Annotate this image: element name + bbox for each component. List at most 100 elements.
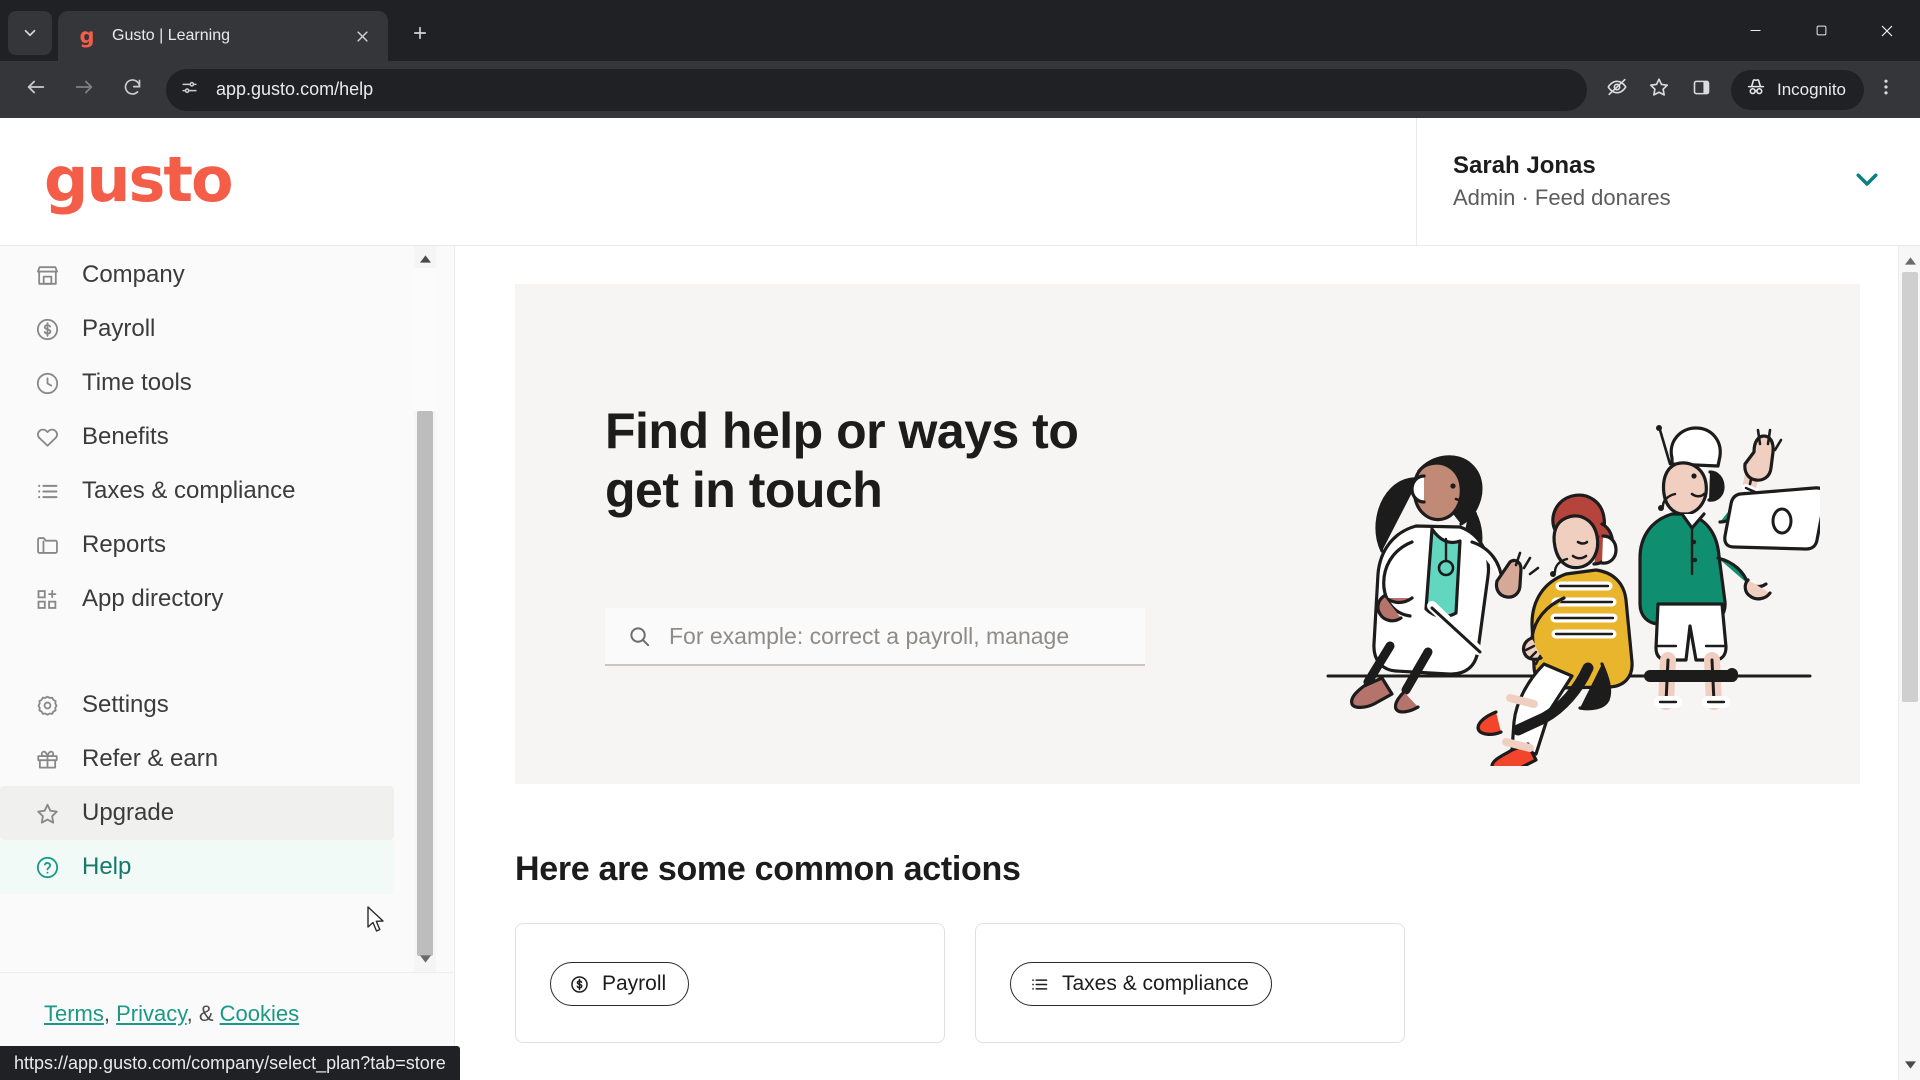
scroll-up-arrow-icon[interactable]: [414, 248, 436, 270]
maximize-button[interactable]: [1788, 7, 1854, 55]
minimize-button[interactable]: [1722, 7, 1788, 55]
gusto-logo[interactable]: gusto: [44, 148, 234, 211]
sidebar-item-label: Reports: [82, 531, 167, 558]
incognito-label: Incognito: [1777, 79, 1846, 99]
sidebar-item-label: Benefits: [82, 423, 169, 450]
reload-button[interactable]: [110, 68, 154, 112]
sidebar-item-label: Refer & earn: [82, 745, 219, 772]
browser-tab[interactable]: g Gusto | Learning: [58, 11, 388, 61]
new-tab-button[interactable]: [402, 17, 438, 53]
sidebar-item-label: Payroll: [82, 315, 156, 342]
sidebar-scrollbar[interactable]: [414, 246, 436, 972]
sidebar-item-settings[interactable]: Settings: [0, 678, 394, 732]
question-circle-icon: [34, 854, 68, 881]
sep: , &: [186, 1001, 220, 1026]
side-panel-button[interactable]: [1681, 70, 1721, 110]
user-info: Sarah Jonas Admin · Feed donares: [1453, 150, 1671, 212]
sidebar-item-label: Settings: [82, 691, 169, 718]
sidebar-item-company[interactable]: Company: [0, 248, 394, 302]
app-header: gusto Sarah Jonas Admin · Feed donares: [0, 118, 1920, 246]
action-card-payroll[interactable]: Payroll: [515, 923, 945, 1043]
sidebar-item-label: Taxes & compliance: [82, 477, 296, 504]
sep: ,: [103, 1001, 117, 1026]
hero-title-line-2: get in touch: [605, 462, 883, 518]
privacy-link[interactable]: Privacy: [116, 1001, 187, 1026]
sidebar-item-label: Upgrade: [82, 799, 175, 826]
main-scroll-down-arrow-icon[interactable]: [1899, 1054, 1920, 1076]
sidebar-item-app-directory[interactable]: App directory: [0, 572, 394, 626]
sidebar-item-reports[interactable]: Reports: [0, 518, 394, 572]
close-tab-icon[interactable]: [348, 22, 376, 50]
app-grid-plus-icon: [34, 586, 68, 613]
hero-title-line-1: Find help or ways to: [605, 403, 1079, 459]
main-scrollbar[interactable]: [1898, 246, 1920, 1080]
incognito-indicator[interactable]: Incognito: [1731, 69, 1864, 110]
sidebar-item-time-tools[interactable]: Time tools: [0, 356, 394, 410]
list-icon: [1029, 974, 1050, 995]
sidebar-item-payroll[interactable]: Payroll: [0, 302, 394, 356]
list-icon: [34, 478, 68, 505]
address-bar[interactable]: app.gusto.com/help: [166, 68, 1587, 111]
hero-text-block: Find help or ways to get in touch For ex…: [605, 402, 1205, 666]
page-body: Company Payroll Time tools Benefits Taxe…: [0, 246, 1920, 1080]
sidebar-item-help[interactable]: Help: [0, 840, 394, 894]
eye-off-icon: [1606, 76, 1628, 103]
chip-payroll[interactable]: Payroll: [550, 962, 690, 1006]
tab-strip: g Gusto | Learning: [0, 0, 1920, 61]
sidebar-item-upgrade[interactable]: Upgrade: [0, 786, 394, 840]
sidebar-divider-gap: [0, 626, 454, 678]
dollar-circle-icon: [569, 974, 590, 995]
scroll-down-arrow-icon[interactable]: [414, 948, 436, 970]
forward-button[interactable]: [62, 68, 106, 112]
search-icon: [627, 624, 653, 649]
sidebar-item-benefits[interactable]: Benefits: [0, 410, 394, 464]
search-placeholder: For example: correct a payroll, manage: [669, 622, 1070, 649]
help-search-field[interactable]: For example: correct a payroll, manage: [605, 608, 1145, 666]
action-card-taxes-compliance[interactable]: Taxes & compliance: [975, 923, 1405, 1043]
user-name: Sarah Jonas: [1453, 152, 1596, 180]
sidebar-item-taxes-compliance[interactable]: Taxes & compliance: [0, 464, 394, 518]
reload-icon: [122, 77, 143, 103]
sidebar-scrollbar-track[interactable]: [414, 268, 436, 411]
close-window-button[interactable]: [1854, 7, 1920, 55]
sidebar-item-label: Company: [82, 261, 185, 288]
main-scroll-up-arrow-icon[interactable]: [1899, 250, 1920, 272]
main-scrollbar-thumb[interactable]: [1902, 272, 1918, 702]
site-info-button[interactable]: [172, 73, 206, 107]
cookies-link[interactable]: Cookies: [220, 1001, 299, 1026]
gear-icon: [34, 692, 68, 719]
tab-search-button[interactable]: [8, 11, 52, 55]
star-outline-icon: [34, 800, 68, 827]
terms-link[interactable]: Terms: [44, 1001, 104, 1026]
clock-icon: [34, 370, 68, 397]
chrome-menu-button[interactable]: [1866, 70, 1906, 110]
browser-window: g Gusto | Learning app.gusto.com/help In…: [0, 0, 1920, 1080]
common-actions-heading: Here are some common actions: [515, 850, 1021, 888]
heart-icon: [34, 424, 68, 451]
tracking-protection-button[interactable]: [1597, 70, 1637, 110]
main-inner: Find help or ways to get in touch For ex…: [455, 246, 1920, 1043]
bookmark-button[interactable]: [1639, 70, 1679, 110]
sidebar-item-label: Help: [82, 853, 132, 880]
chevron-down-icon[interactable]: [1852, 164, 1882, 199]
user-menu[interactable]: Sarah Jonas Admin · Feed donares: [1416, 118, 1920, 245]
sidebar-scrollbar-thumb[interactable]: [417, 411, 433, 956]
url-text[interactable]: app.gusto.com/help: [206, 79, 1579, 100]
common-action-cards: Payroll Taxes & compliance: [515, 923, 1860, 1043]
chip-taxes-compliance[interactable]: Taxes & compliance: [1010, 962, 1272, 1006]
storefront-icon: [34, 262, 68, 289]
three-support-agents-illustration: [1320, 346, 1827, 774]
back-button[interactable]: [14, 68, 58, 112]
star-icon: [1648, 76, 1670, 103]
side-panel-icon: [1691, 77, 1712, 103]
tune-icon: [180, 78, 199, 102]
legal-links: Terms, Privacy, & Cookies: [44, 1001, 299, 1027]
sidebar-item-refer-earn[interactable]: Refer & earn: [0, 732, 394, 786]
sidebar-item-label: Time tools: [82, 369, 192, 396]
incognito-hat-icon: [1745, 76, 1767, 103]
sidebar-nav: Company Payroll Time tools Benefits Taxe…: [0, 246, 455, 1080]
gusto-favicon: g: [79, 23, 95, 48]
toolbar-actions: Incognito: [1597, 69, 1906, 110]
logo-zone: gusto: [0, 118, 1416, 245]
forward-arrow-icon: [73, 76, 95, 103]
